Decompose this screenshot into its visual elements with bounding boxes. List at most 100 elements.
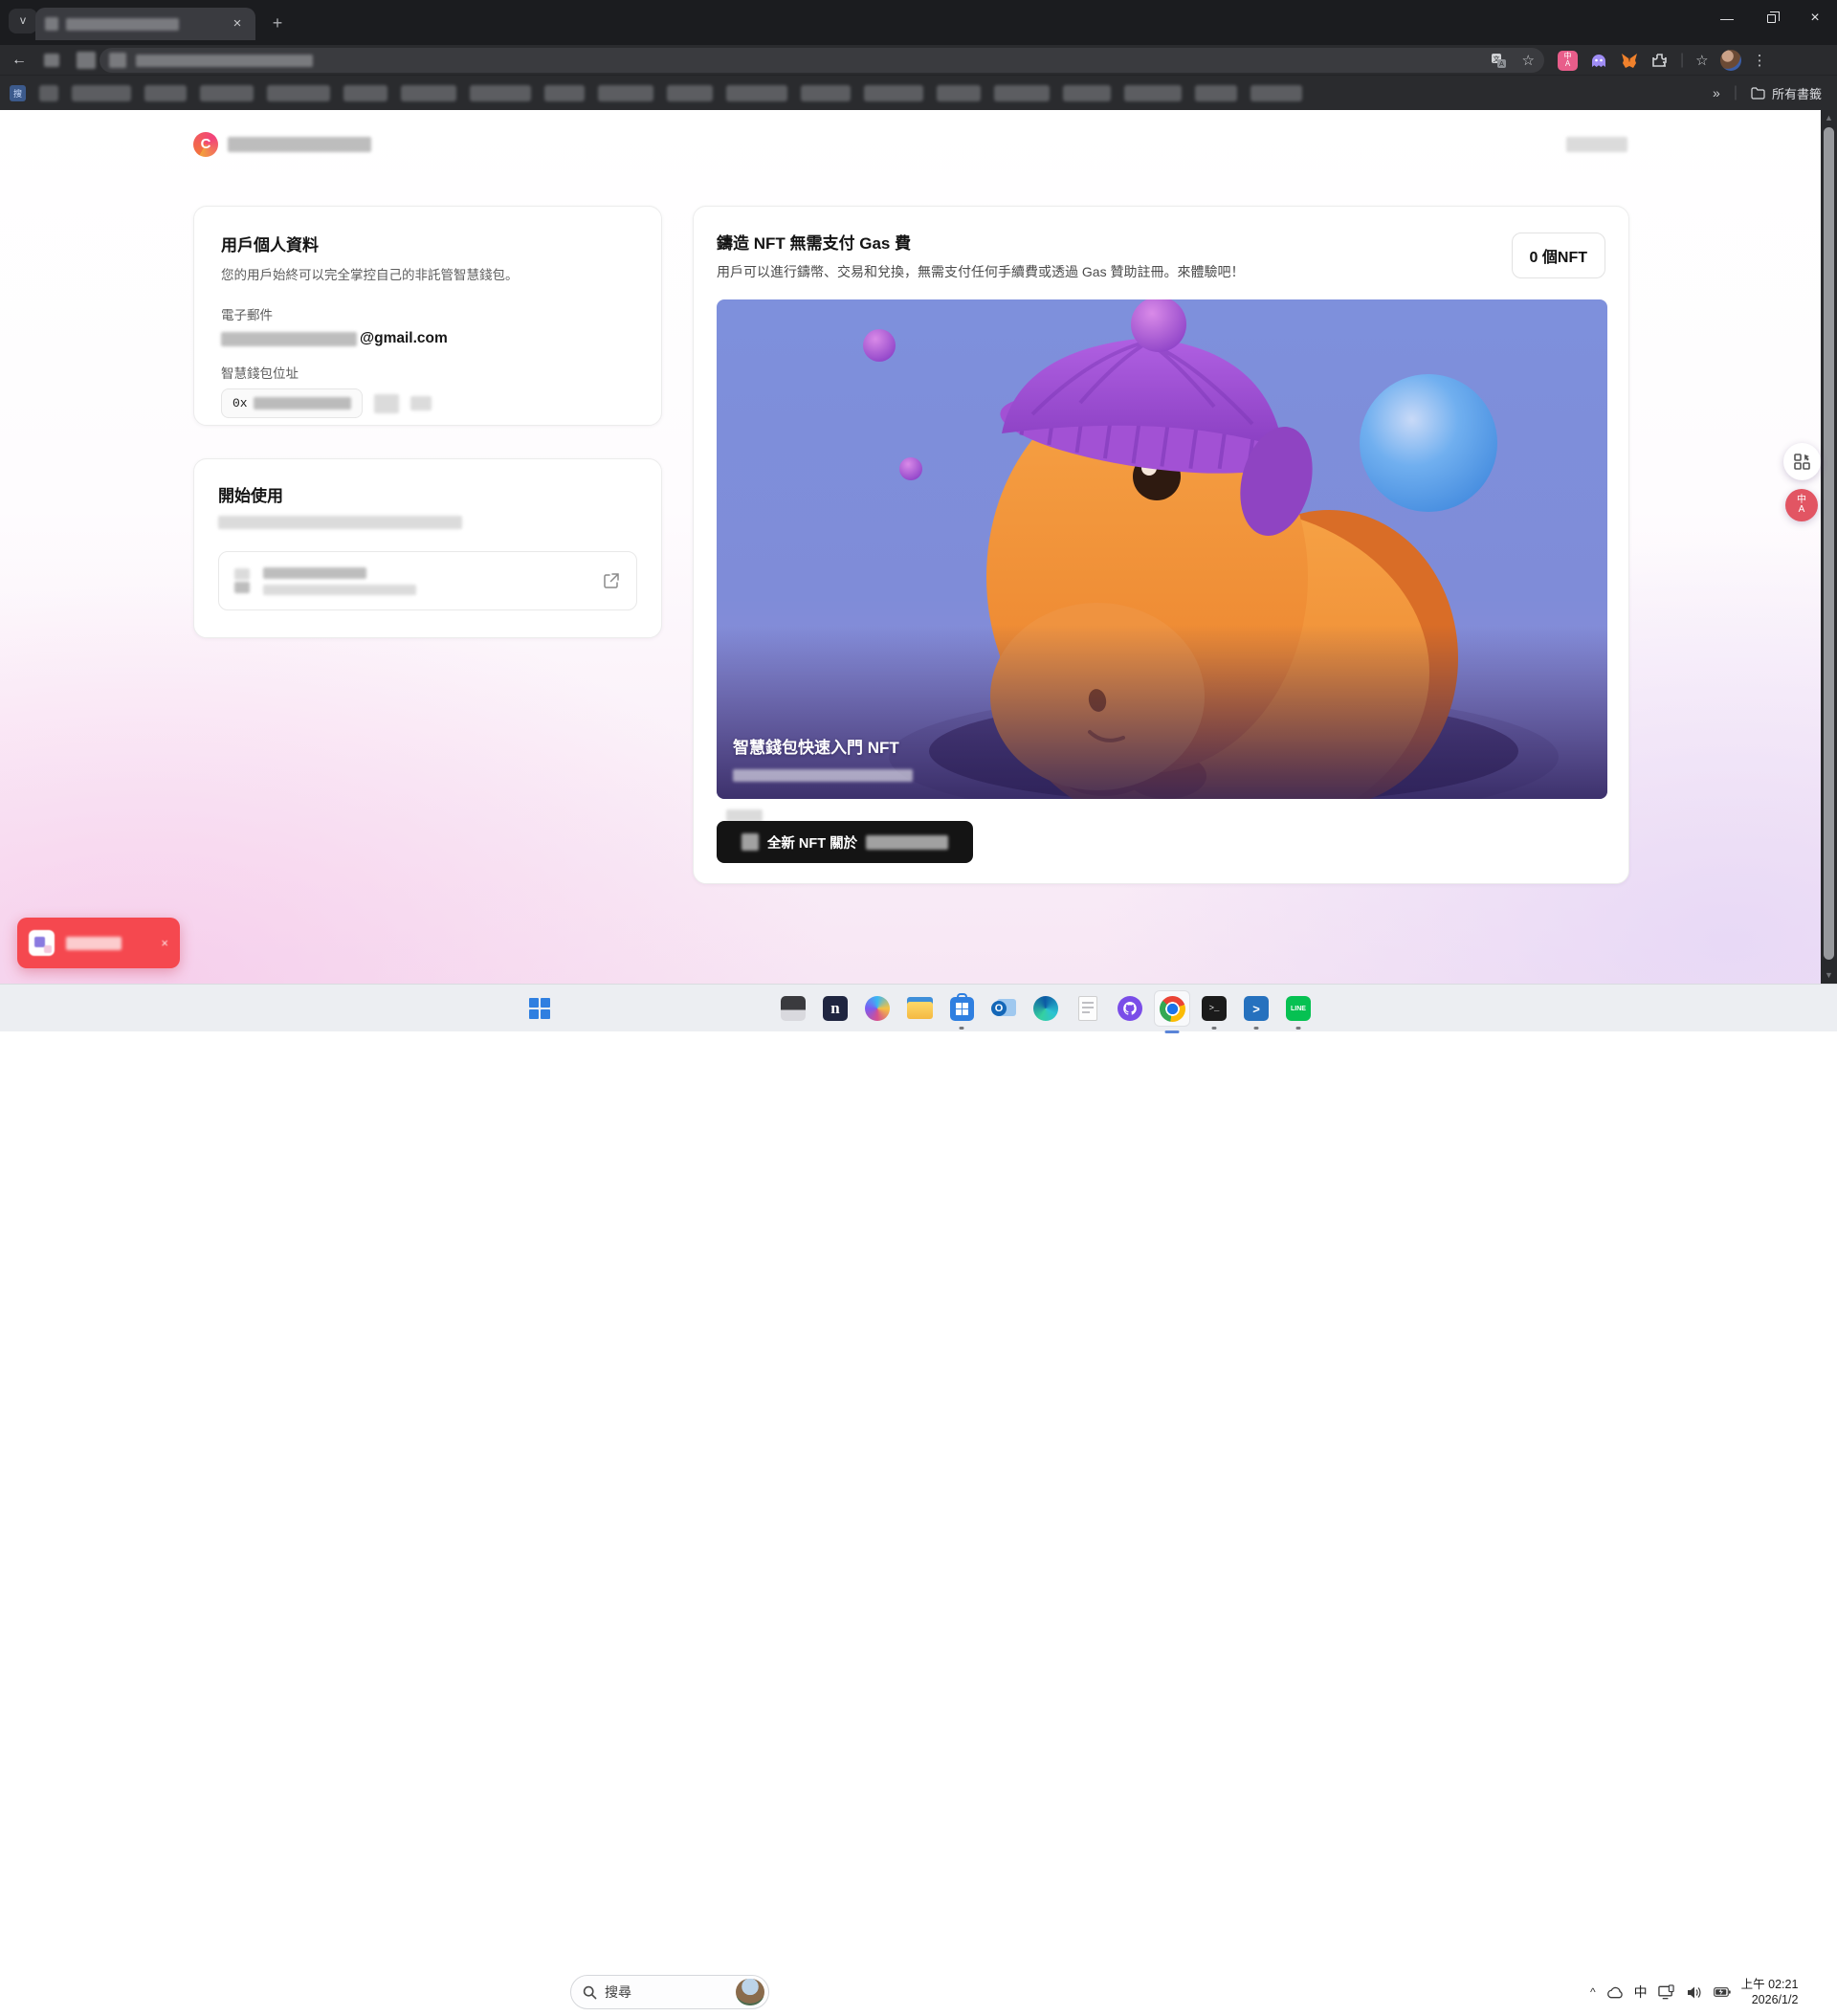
collector-tool-button[interactable] <box>1783 443 1821 480</box>
window-restore-button[interactable] <box>1749 0 1793 36</box>
taskbar-app-outlook[interactable]: O <box>988 993 1019 1024</box>
float-translate-a: A <box>1799 505 1805 515</box>
bookmark-item[interactable] <box>267 85 330 101</box>
taskbar-app-photos[interactable] <box>778 993 808 1024</box>
toast-close-icon[interactable]: × <box>161 936 168 950</box>
bookmark-item[interactable] <box>1124 85 1182 101</box>
window-close-button[interactable]: × <box>1793 0 1837 36</box>
tab-search-button[interactable]: v <box>9 9 37 33</box>
cast-display-icon[interactable] <box>1658 1983 1675 2001</box>
capybara-illustration <box>717 299 1607 799</box>
folder-icon <box>1751 87 1765 100</box>
tab-favicon <box>45 17 58 31</box>
bookmark-item[interactable] <box>1250 85 1302 101</box>
taskbar-clock[interactable]: 上午 02:21 2026/1/2 <box>1741 1977 1799 2008</box>
ime-indicator[interactable]: 中 <box>1634 1983 1648 2002</box>
bookmark-item[interactable] <box>1195 85 1237 101</box>
taskbar-app-github[interactable] <box>1115 993 1145 1024</box>
taskbar-app-store[interactable] <box>946 993 977 1024</box>
onedrive-cloud-icon[interactable] <box>1606 1983 1624 2001</box>
browser-menu-icon[interactable]: ⋮ <box>1753 52 1767 69</box>
volume-icon[interactable] <box>1686 1983 1703 2001</box>
metamask-extension-icon[interactable] <box>1620 51 1639 70</box>
taskbar-app-copilot[interactable] <box>862 993 893 1024</box>
bookmark-item[interactable] <box>801 85 851 101</box>
line-icon: LINE <box>1286 996 1311 1021</box>
nft-hero-image[interactable]: 智慧錢包快速入門 NFT <box>717 299 1607 799</box>
bookmark-item[interactable] <box>598 85 653 101</box>
browser-tabstrip: v × + — × <box>0 0 1837 45</box>
bookmarks-overflow-chevron[interactable]: » <box>1713 85 1720 100</box>
scroll-up-arrow[interactable]: ▲ <box>1824 113 1834 122</box>
profile-card-title: 用戶個人資料 <box>221 232 634 255</box>
nft-card-description: 用戶可以進行鑄幣、交易和兌換，無需支付任何手續費或透過 Gas 贊助註冊。來體驗… <box>717 262 1482 281</box>
side-panel-star-icon[interactable]: ☆ <box>1695 52 1708 69</box>
site-info-icon-blurred[interactable] <box>109 53 126 68</box>
site-logo[interactable]: C <box>193 132 218 157</box>
ms-store-icon <box>950 997 974 1021</box>
restore-icon <box>1767 14 1776 23</box>
bookmark-item[interactable] <box>544 85 585 101</box>
getting-started-link-item[interactable] <box>218 551 637 610</box>
taskbar-app-edge[interactable] <box>1030 993 1061 1024</box>
phantom-wallet-extension-icon[interactable] <box>1589 51 1608 70</box>
bookmark-item[interactable] <box>470 85 531 101</box>
search-highlight-image[interactable] <box>736 1979 764 2005</box>
bookmark-item[interactable] <box>72 85 131 101</box>
header-action-blurred[interactable] <box>1566 137 1627 152</box>
taskbar-app-chrome-active[interactable] <box>1154 990 1190 1027</box>
bookmark-item[interactable] <box>937 85 981 101</box>
bookmark-star-icon[interactable]: ☆ <box>1522 52 1535 69</box>
bookmark-item[interactable] <box>864 85 923 101</box>
mint-nft-button[interactable]: 全新 NFT 關於 <box>717 821 973 863</box>
bookmark-item[interactable] <box>401 85 456 101</box>
wallet-prefix: 0x <box>232 396 248 410</box>
extensions-puzzle-icon[interactable] <box>1650 52 1669 70</box>
forward-button-blurred[interactable] <box>44 54 59 67</box>
bookmark-item[interactable] <box>343 85 387 101</box>
file-explorer-icon <box>907 997 933 1020</box>
bookmark-item[interactable] <box>667 85 713 101</box>
taskbar-app-notion[interactable]: n <box>820 993 851 1024</box>
bookmark-item[interactable] <box>200 85 254 101</box>
translate-page-icon[interactable]: 文A <box>1491 53 1507 69</box>
taskbar-app-explorer[interactable] <box>904 993 935 1024</box>
bookmark-item[interactable] <box>39 85 58 101</box>
copy-address-button-blurred[interactable] <box>374 394 399 413</box>
taskbar-app-line[interactable]: LINE <box>1283 993 1314 1024</box>
wallet-address-pill[interactable]: 0x <box>221 388 363 418</box>
reload-button-blurred[interactable] <box>77 52 96 69</box>
taskbar-app-powershell[interactable]: > <box>1241 993 1272 1024</box>
new-tab-button[interactable]: + <box>265 12 290 35</box>
tab-close-icon[interactable]: × <box>229 15 246 33</box>
back-button[interactable]: ← <box>11 52 27 69</box>
start-button[interactable] <box>524 993 555 1024</box>
bookmark-favicon[interactable]: 搜 <box>10 85 26 101</box>
scroll-down-arrow[interactable]: ▼ <box>1824 970 1834 980</box>
bookmark-item[interactable] <box>994 85 1050 101</box>
immersive-translate-extension-icon[interactable]: 中A <box>1558 51 1578 71</box>
browser-tab[interactable]: × <box>35 8 255 40</box>
immersive-translate-float-button[interactable]: 中 A <box>1785 489 1818 521</box>
collect-squares-icon <box>1794 454 1811 471</box>
window-minimize-button[interactable]: — <box>1705 0 1749 36</box>
getting-started-card: 開始使用 <box>193 458 662 638</box>
bookmark-item[interactable] <box>144 85 187 101</box>
external-link-icon[interactable] <box>602 571 621 590</box>
bookmark-item[interactable] <box>1063 85 1111 101</box>
taskbar-app-terminal[interactable]: >_ <box>1199 993 1229 1024</box>
taskbar-search-box[interactable]: 搜尋 <box>570 1975 769 2009</box>
hero-subcaption-blurred <box>733 769 913 782</box>
battery-icon[interactable] <box>1714 1983 1731 2001</box>
taskbar-app-notepad[interactable] <box>1073 993 1103 1024</box>
tray-chevron-icon[interactable]: ^ <box>1590 1985 1596 1999</box>
all-bookmarks-button[interactable]: 所有書籤 <box>1751 84 1822 102</box>
svg-text:A: A <box>1499 61 1504 68</box>
bookmark-item[interactable] <box>726 85 787 101</box>
page-scrollbar[interactable]: ▲ ▼ <box>1821 110 1837 984</box>
windows-logo-icon <box>528 997 551 1020</box>
address-bar[interactable]: 文A ☆ <box>100 48 1544 73</box>
profile-avatar[interactable] <box>1720 50 1741 71</box>
scrollbar-thumb[interactable] <box>1824 127 1834 960</box>
error-toast[interactable]: × <box>17 918 180 968</box>
